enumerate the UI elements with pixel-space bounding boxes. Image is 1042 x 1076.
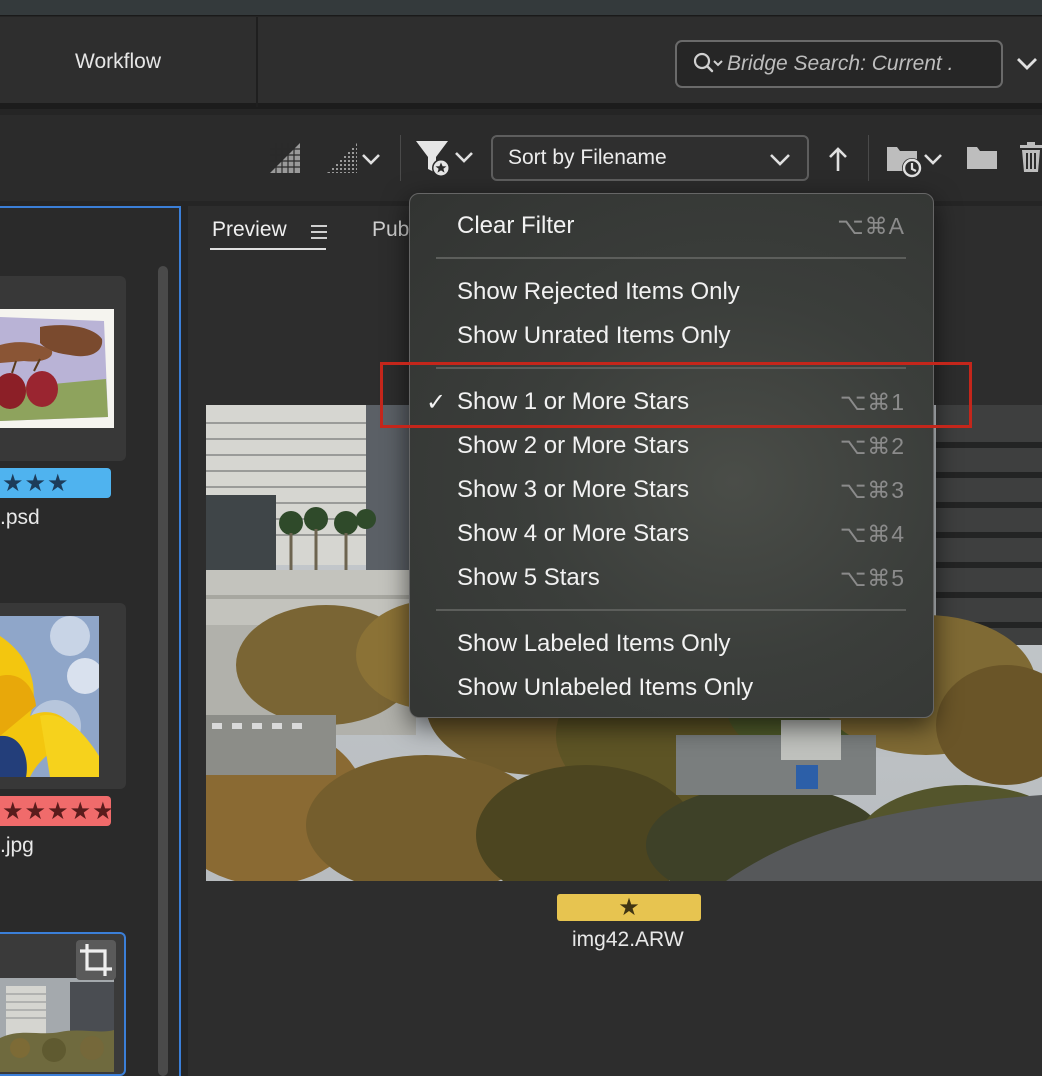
toolbar-divider xyxy=(400,135,401,181)
bridge-search[interactable] xyxy=(675,40,1003,88)
menu-item-label: Show Unrated Items Only xyxy=(457,322,731,349)
menu-item-shortcut: ⌥⌘A xyxy=(837,212,905,239)
menu-item-label: Clear Filter xyxy=(457,212,575,239)
trash-icon[interactable] xyxy=(1018,141,1042,178)
content-scrollbar[interactable] xyxy=(158,266,168,1076)
menu-item-show-unlabeled[interactable]: Show Unlabeled Items Only xyxy=(410,668,935,708)
menu-item-shortcut: ⌥⌘3 xyxy=(839,476,905,503)
thumbnail-filename[interactable]: .jpg xyxy=(0,834,34,858)
thumbnail-image xyxy=(0,978,114,1072)
menu-separator xyxy=(436,257,906,259)
menu-item-clear-filter[interactable]: Clear Filter ⌥⌘A xyxy=(410,206,935,246)
crop-icon xyxy=(76,940,116,980)
tab-preview[interactable]: Preview xyxy=(212,218,287,242)
chevron-down-icon xyxy=(769,150,791,174)
menu-item-label: Show Unlabeled Items Only xyxy=(457,674,754,701)
color-label-bar: ★★★★★ xyxy=(0,796,114,826)
filter-icon[interactable] xyxy=(414,137,478,184)
menu-item-show-3-stars[interactable]: Show 3 or More Stars ⌥⌘3 xyxy=(410,470,935,510)
search-input[interactable] xyxy=(727,52,987,76)
rating-stars[interactable]: ★★★ xyxy=(2,469,70,498)
menu-item-label: Show 2 or More Stars xyxy=(457,432,690,459)
search-icon[interactable] xyxy=(691,49,727,79)
color-label-bar: ★★★ xyxy=(0,468,111,498)
menu-item-shortcut: ⌥⌘4 xyxy=(839,520,905,547)
sort-ascending-icon[interactable] xyxy=(826,145,850,178)
thumbnail-filename[interactable]: .psd xyxy=(0,506,40,530)
menu-item-shortcut: ⌥⌘5 xyxy=(839,564,905,591)
menu-item-show-rejected[interactable]: Show Rejected Items Only xyxy=(410,272,935,312)
menu-item-show-5-stars[interactable]: Show 5 Stars ⌥⌘5 xyxy=(410,558,935,598)
menu-separator xyxy=(436,609,906,611)
panel-menu-icon[interactable] xyxy=(310,224,328,245)
menu-item-label: Show 3 or More Stars xyxy=(457,476,690,503)
toolbar: Sort by Filename xyxy=(0,115,1042,201)
top-strip xyxy=(0,0,1042,16)
menu-item-show-labeled[interactable]: Show Labeled Items Only xyxy=(410,624,935,664)
menu-item-show-2-stars[interactable]: Show 2 or More Stars ⌥⌘2 xyxy=(410,426,935,466)
menu-item-label: Show Labeled Items Only xyxy=(457,630,731,657)
star-icon[interactable]: ★ xyxy=(618,893,640,922)
thumbnail-card[interactable] xyxy=(0,276,126,461)
new-folder-icon[interactable] xyxy=(966,143,998,176)
active-tab-indicator xyxy=(210,248,326,250)
quality-icon[interactable] xyxy=(268,141,302,180)
preview-rating-label: ★ xyxy=(557,894,701,921)
menu-item-show-unrated[interactable]: Show Unrated Items Only xyxy=(410,316,935,356)
thumbnail-card[interactable] xyxy=(0,603,126,789)
thumbnail-image xyxy=(0,309,114,428)
workflow-label: Workflow xyxy=(75,50,161,73)
chevron-down-icon[interactable] xyxy=(1014,50,1040,76)
filter-menu: Clear Filter ⌥⌘A Show Rejected Items Onl… xyxy=(409,193,934,718)
highlight-annotation xyxy=(380,362,972,428)
header-bar: Workflow xyxy=(0,17,1042,109)
tab-publish[interactable]: Pub xyxy=(372,218,409,242)
menu-item-label: Show Rejected Items Only xyxy=(457,278,740,305)
toolbar-divider xyxy=(868,135,869,181)
workspace-workflow-tab[interactable]: Workflow xyxy=(0,17,258,107)
menu-item-label: Show 4 or More Stars xyxy=(457,520,690,547)
menu-item-shortcut: ⌥⌘2 xyxy=(839,432,905,459)
quality-options-icon[interactable] xyxy=(325,141,385,180)
thumbnail-image xyxy=(0,616,99,777)
menu-item-label: Show 5 Stars xyxy=(457,564,600,591)
rating-stars[interactable]: ★★★★★ xyxy=(2,797,115,826)
sort-dropdown[interactable]: Sort by Filename xyxy=(491,135,809,181)
preview-filename[interactable]: img42.ARW xyxy=(572,928,684,952)
menu-item-show-4-stars[interactable]: Show 4 or More Stars ⌥⌘4 xyxy=(410,514,935,554)
recent-folders-icon[interactable] xyxy=(885,141,945,184)
sort-label: Sort by Filename xyxy=(508,146,667,169)
bridge-window: Workflow Bridge Search: Current . Sort b… xyxy=(0,0,1042,1076)
